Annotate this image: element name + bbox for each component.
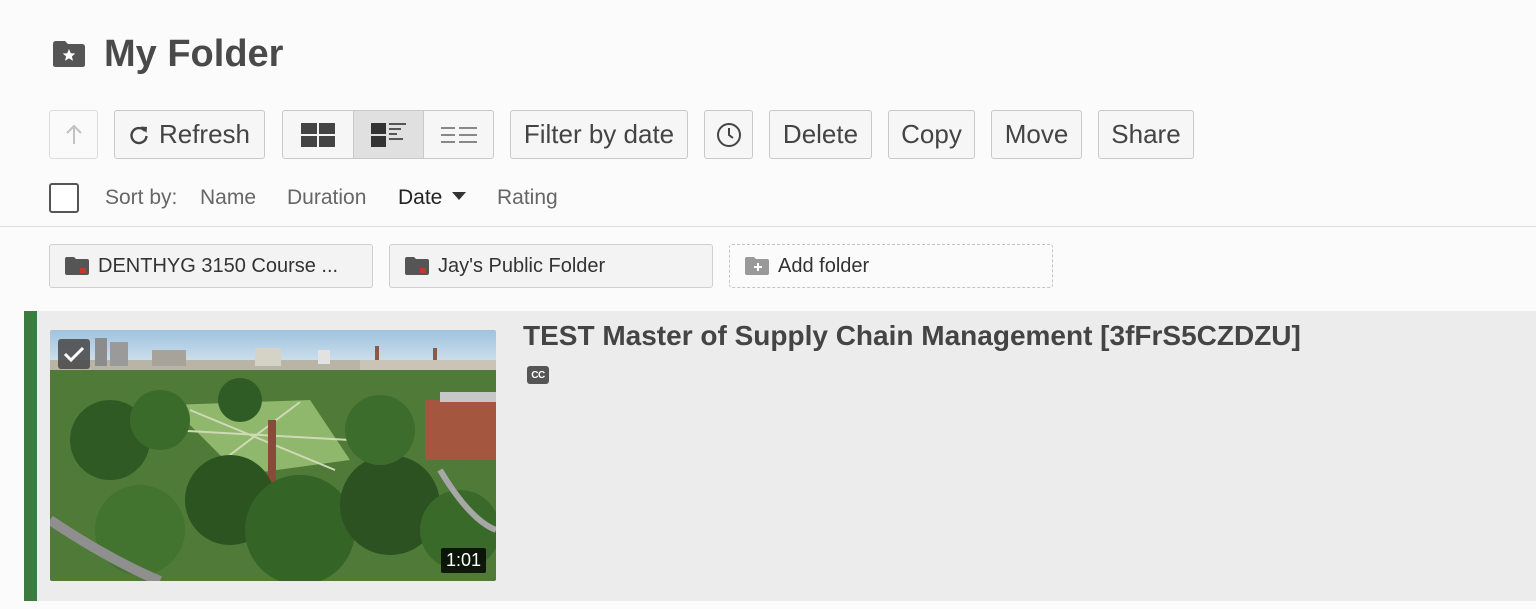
sort-label: Sort by:	[105, 186, 178, 209]
detail-view-button[interactable]	[353, 111, 423, 158]
folder-icon	[65, 257, 89, 275]
folder-tile[interactable]: DENTHYG 3150 Course ...	[49, 244, 373, 288]
list-view-icon	[440, 126, 477, 143]
up-level-button[interactable]	[49, 110, 98, 159]
folder-icon	[405, 257, 429, 275]
add-folder-icon	[745, 257, 769, 275]
folder-tile[interactable]: Jay's Public Folder	[389, 244, 713, 288]
clock-icon	[716, 122, 741, 147]
add-folder-button[interactable]: Add folder	[729, 244, 1053, 288]
delete-button[interactable]: Delete	[769, 110, 872, 159]
refresh-icon	[130, 126, 148, 144]
sort-duration[interactable]: Duration	[287, 186, 366, 210]
list-view-button[interactable]	[423, 111, 493, 158]
sort-name[interactable]: Name	[200, 186, 256, 210]
refresh-button[interactable]: Refresh	[114, 110, 265, 159]
sort-date[interactable]: Date	[398, 186, 467, 210]
grid-view-button[interactable]	[283, 111, 353, 158]
folder-star-icon	[53, 41, 85, 67]
view-mode-group	[282, 110, 494, 159]
folder-label: DENTHYG 3150 Course ...	[98, 254, 339, 277]
video-thumbnail[interactable]	[50, 330, 496, 581]
checkmark-icon	[63, 346, 85, 363]
folder-label: Jay's Public Folder	[438, 254, 606, 277]
share-button[interactable]: Share	[1098, 110, 1194, 159]
sort-rating[interactable]: Rating	[497, 186, 558, 210]
copy-button[interactable]: Copy	[888, 110, 975, 159]
grid-view-icon	[301, 122, 335, 147]
closed-captions-icon: CC	[527, 366, 549, 384]
add-folder-label: Add folder	[778, 254, 870, 277]
video-title[interactable]: TEST Master of Supply Chain Management […	[523, 320, 1301, 352]
duration-badge: 1:01	[441, 548, 487, 573]
selected-indicator	[24, 311, 37, 601]
recent-button[interactable]	[704, 110, 753, 159]
divider	[0, 226, 1536, 227]
caret-down-icon	[452, 192, 467, 201]
detail-view-icon	[370, 122, 406, 147]
page-title: My Folder	[104, 33, 284, 75]
filter-by-date-button[interactable]: Filter by date	[510, 110, 688, 159]
move-button[interactable]: Move	[991, 110, 1082, 159]
thumbnail-checkbox[interactable]	[58, 339, 90, 369]
arrow-up-icon	[65, 124, 82, 144]
select-all-checkbox[interactable]	[49, 183, 79, 213]
refresh-label: Refresh	[158, 119, 251, 149]
sort-date-label: Date	[398, 186, 443, 209]
